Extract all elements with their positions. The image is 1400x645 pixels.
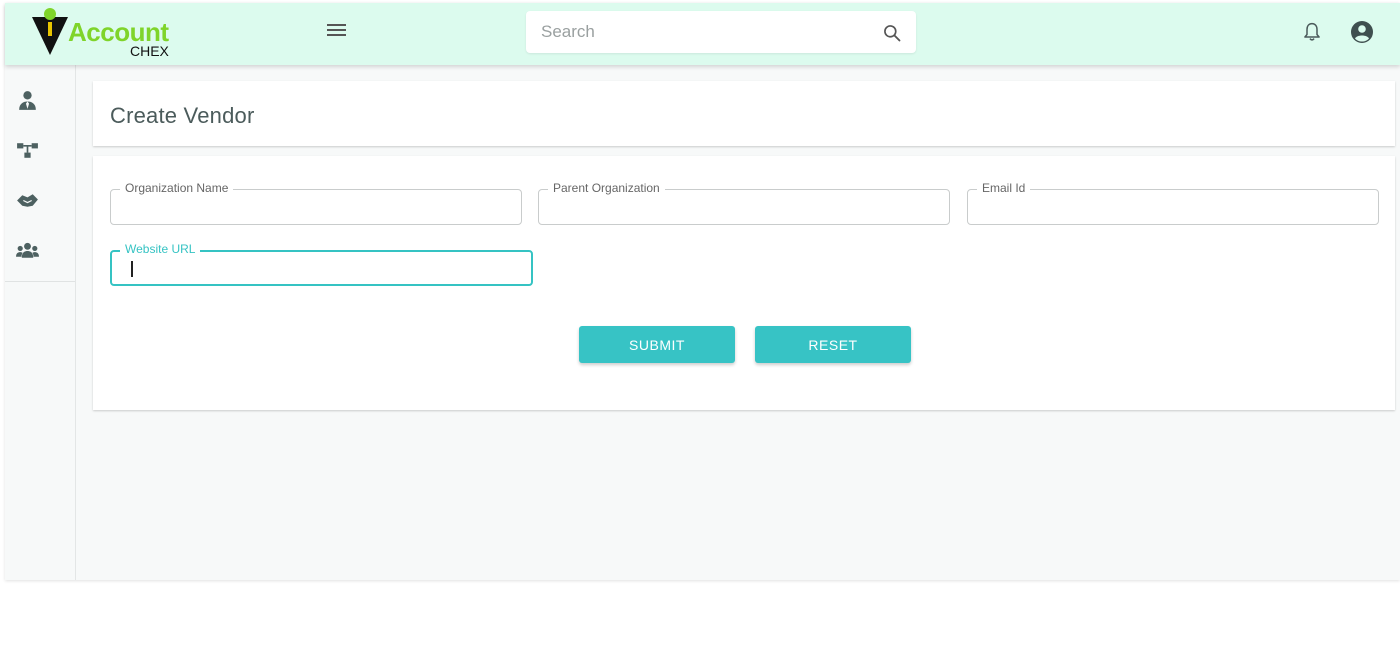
- website-url-input[interactable]: [112, 252, 531, 284]
- hamburger-menu-icon[interactable]: [323, 21, 349, 43]
- sidebar-divider: [5, 281, 75, 282]
- search-icon[interactable]: [882, 23, 902, 43]
- sitemap-icon[interactable]: [15, 138, 40, 163]
- email-id-field: Email Id: [967, 181, 1379, 225]
- organization-name-input[interactable]: [111, 190, 521, 224]
- logo-subtext: CHEX: [130, 43, 169, 59]
- parent-organization-field: Parent Organization: [538, 181, 950, 225]
- page-title: Create Vendor: [110, 103, 255, 128]
- organization-name-field: Organization Name: [110, 181, 522, 225]
- handshake-icon[interactable]: [15, 188, 40, 213]
- page-header-card: Create Vendor: [93, 81, 1395, 146]
- app-logo[interactable]: Account CHEX: [30, 5, 180, 61]
- user-tie-icon[interactable]: [15, 88, 40, 113]
- users-icon[interactable]: [15, 238, 40, 263]
- email-id-input[interactable]: [968, 190, 1378, 224]
- account-circle-icon[interactable]: [1350, 20, 1374, 44]
- submit-button[interactable]: SUBMIT: [579, 326, 735, 363]
- sidebar: [5, 65, 76, 580]
- bell-icon[interactable]: [1302, 21, 1322, 43]
- reset-button[interactable]: RESET: [755, 326, 911, 363]
- search-input[interactable]: [526, 11, 866, 53]
- parent-organization-input[interactable]: [539, 190, 949, 224]
- text-caret: [131, 261, 133, 277]
- vendor-form-card: Organization Name Parent Organization Em…: [93, 156, 1395, 410]
- search-bar: [526, 11, 916, 53]
- top-bar: Account CHEX: [5, 3, 1400, 65]
- website-url-field: Website URL: [110, 242, 533, 286]
- app-window: Account CHEX Search Create Vendor Organi…: [5, 3, 1400, 580]
